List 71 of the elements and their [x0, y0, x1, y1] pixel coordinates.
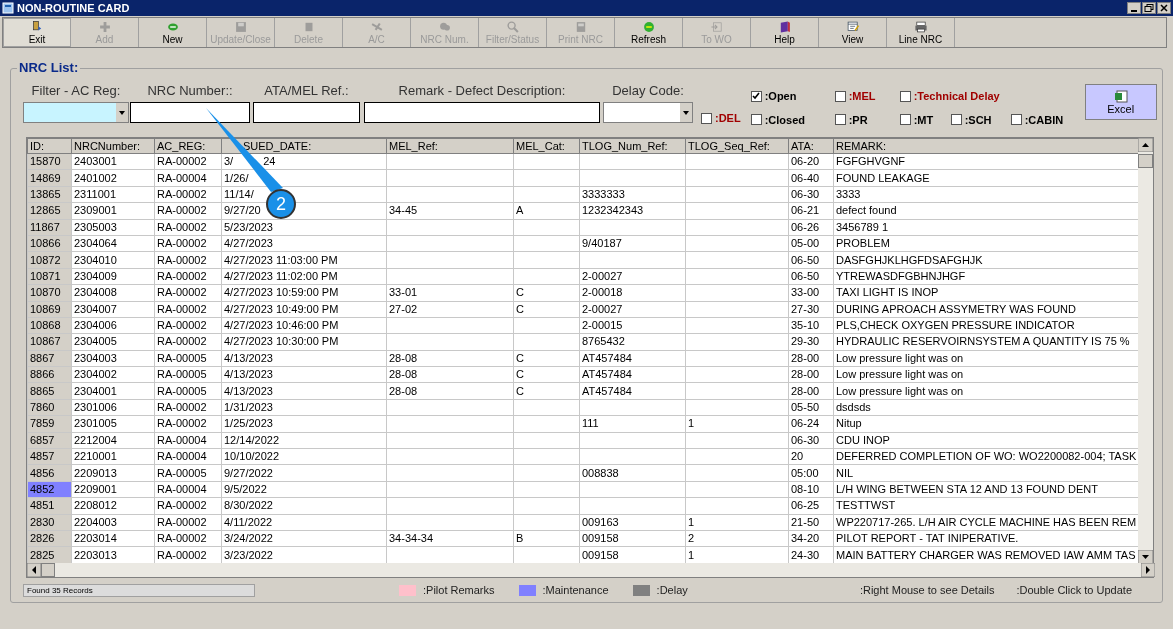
minimize-icon[interactable]: [1127, 2, 1141, 14]
column-header[interactable]: MEL_Ref:: [386, 138, 514, 154]
checkbox-label[interactable]: :SCH: [964, 111, 992, 128]
checkbox[interactable]: [899, 90, 911, 102]
table-cell-text: 24: [263, 155, 276, 168]
scroll-down-icon[interactable]: [1138, 550, 1153, 564]
scroll-left-icon[interactable]: [27, 563, 41, 577]
printer-icon: [913, 20, 928, 34]
checkbox[interactable]: [1010, 114, 1022, 126]
toolbar-button[interactable]: Exit: [3, 18, 71, 47]
field-label: NRC Number::: [146, 83, 234, 99]
ata-mel-field[interactable]: [253, 102, 360, 123]
delay-code-dropdown[interactable]: [603, 102, 693, 123]
column-header[interactable]: TLOG_Num_Ref:: [579, 138, 686, 154]
legend-label: :Pilot Remarks: [423, 582, 495, 598]
hint-text: :Right Mouse to see Details: [859, 582, 995, 598]
excel-button[interactable]: Excel: [1084, 84, 1157, 120]
close-icon[interactable]: [1157, 2, 1171, 14]
column-header[interactable]: ID:: [27, 138, 72, 154]
record-count: Found 35 Records: [23, 583, 255, 597]
nrc-number-field[interactable]: [130, 102, 250, 123]
app-icon: [2, 2, 14, 14]
field-label: Remark - Defect Description:: [397, 83, 567, 99]
panel-title: NRC List:: [17, 60, 81, 75]
document-pencil-icon: [845, 20, 860, 34]
refresh-icon: [641, 20, 656, 34]
checkbox-label[interactable]: :MEL: [848, 88, 876, 105]
checkbox-label[interactable]: :MT: [913, 111, 934, 128]
scroll-up-icon[interactable]: [1138, 138, 1153, 152]
checkbox-label[interactable]: :CABIN: [1024, 111, 1064, 128]
toolbar-button[interactable]: View: [819, 18, 887, 47]
checkbox-label[interactable]: :PR: [848, 111, 868, 128]
legend-label: :Maintenance: [542, 582, 609, 598]
scroll-thumb[interactable]: [1138, 154, 1153, 168]
restore-icon[interactable]: [1142, 2, 1156, 14]
arrow-in-box-icon: [709, 20, 724, 34]
legend-label: :Delay: [656, 582, 688, 598]
toolbar-button[interactable]: Line NRC: [887, 18, 955, 47]
checkbox-label[interactable]: :Open: [764, 88, 797, 105]
column-header[interactable]: SUED_DATE:: [221, 138, 387, 154]
column-header[interactable]: NRCNumber:: [71, 138, 155, 154]
toolbar-button[interactable]: Help: [751, 18, 819, 47]
checkbox[interactable]: [834, 114, 846, 126]
scroll-thumb[interactable]: [41, 563, 55, 577]
column-header[interactable]: TLOG_Seq_Ref:: [685, 138, 789, 154]
magnifier-icon: [505, 20, 520, 34]
column-header[interactable]: ATA:: [788, 138, 834, 154]
window-title: NON-ROUTINE CARD: [17, 0, 130, 16]
checkbox[interactable]: [834, 90, 846, 102]
remark-field[interactable]: [364, 102, 600, 123]
check-icon: [752, 92, 761, 101]
checkbox[interactable]: [701, 112, 712, 124]
column-header[interactable]: AC_REG:: [154, 138, 222, 154]
column-header[interactable]: MEL_Cat:: [513, 138, 580, 154]
plus-icon: [97, 20, 112, 34]
hint-text: :Double Click to Update: [1016, 582, 1132, 598]
scroll-right-icon[interactable]: [1141, 563, 1155, 577]
field-label: ATA/MEL Ref.:: [263, 83, 350, 99]
checkbox[interactable]: [750, 114, 762, 126]
checkbox[interactable]: [750, 90, 762, 102]
checkbox[interactable]: [950, 114, 962, 126]
checkbox-label[interactable]: :DEL: [715, 110, 741, 127]
toolbar-button[interactable]: New: [139, 18, 207, 47]
table-cell-text: 3/: [224, 155, 234, 168]
checkbox-label[interactable]: :Closed: [764, 111, 805, 128]
field-label: Filter - AC Reg:: [30, 83, 122, 99]
checkbox-label[interactable]: :Technical Delay: [913, 88, 1000, 105]
spreadsheet-icon: [1113, 89, 1128, 103]
toolbar-button[interactable]: Refresh: [615, 18, 683, 47]
field-label: Delay Code:: [611, 83, 685, 99]
checkbox[interactable]: [899, 114, 911, 126]
